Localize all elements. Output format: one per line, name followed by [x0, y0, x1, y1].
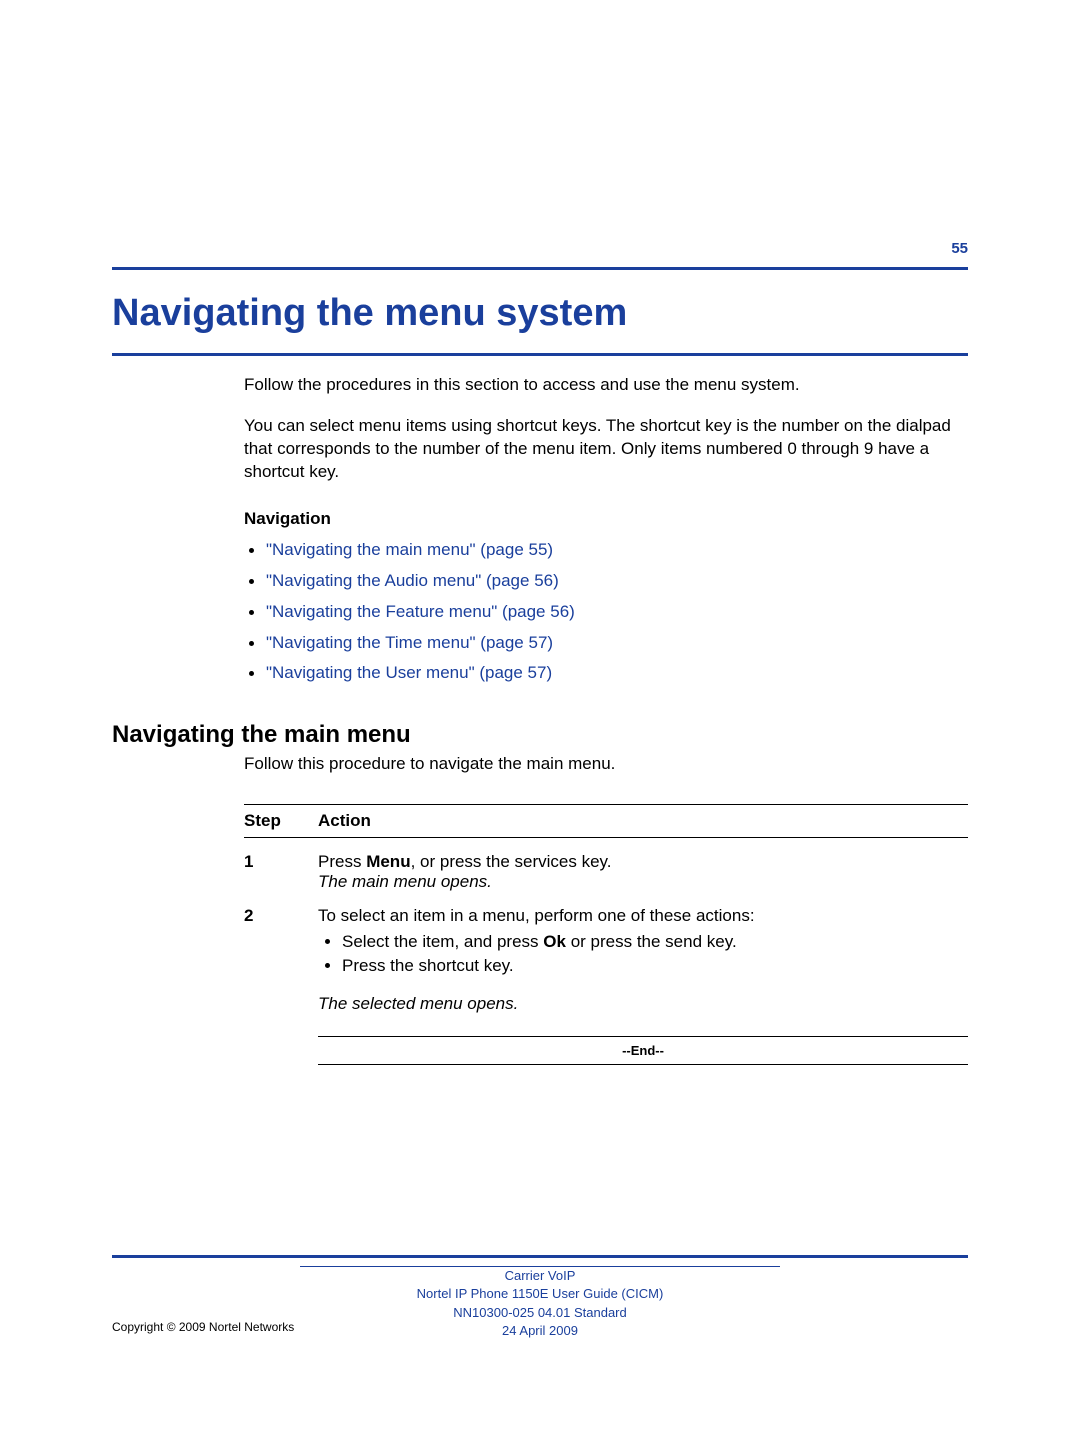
step-result: The selected menu opens. [318, 994, 968, 1014]
nav-link-user-menu[interactable]: "Navigating the User menu" (page 57) [266, 663, 552, 682]
step-number: 1 [244, 852, 318, 892]
section-intro: Follow this procedure to navigate the ma… [244, 754, 615, 773]
step-action: Press Menu, or press the services key. T… [318, 852, 968, 892]
footer-line-2: Nortel IP Phone 1150E User Guide (CICM) [112, 1285, 968, 1303]
end-marker: --End-- [318, 1036, 968, 1065]
chapter-title: Navigating the menu system [112, 292, 968, 335]
navigation-label: Navigation [244, 508, 968, 531]
navigation-list: "Navigating the main menu" (page 55) "Na… [244, 537, 968, 686]
step-action: To select an item in a menu, perform one… [318, 906, 968, 1014]
table-row: 1 Press Menu, or press the services key.… [244, 852, 968, 892]
nav-link-audio-menu[interactable]: "Navigating the Audio menu" (page 56) [266, 571, 559, 590]
intro-paragraph-1: Follow the procedures in this section to… [244, 374, 968, 397]
copyright-text: Copyright © 2009 Nortel Networks [112, 1320, 294, 1334]
title-underline-rule [112, 353, 968, 356]
top-rule [112, 267, 968, 270]
step-number: 2 [244, 906, 318, 1014]
nav-link-main-menu[interactable]: "Navigating the main menu" (page 55) [266, 540, 553, 559]
table-row: 2 To select an item in a menu, perform o… [244, 906, 968, 1014]
intro-paragraph-2: You can select menu items using shortcut… [244, 415, 968, 484]
footer-rule [112, 1255, 968, 1258]
page-number: 55 [112, 240, 968, 257]
column-header-action: Action [318, 811, 371, 831]
step-result: The main menu opens. [318, 872, 492, 891]
nav-link-feature-menu[interactable]: "Navigating the Feature menu" (page 56) [266, 602, 575, 621]
footer-line-1: Carrier VoIP [112, 1267, 968, 1285]
column-header-step: Step [244, 811, 318, 831]
procedure-table: Step Action 1 Press Menu, or press the s… [244, 804, 968, 1065]
nav-link-time-menu[interactable]: "Navigating the Time menu" (page 57) [266, 633, 553, 652]
section-heading: Navigating the main menu [112, 721, 968, 749]
